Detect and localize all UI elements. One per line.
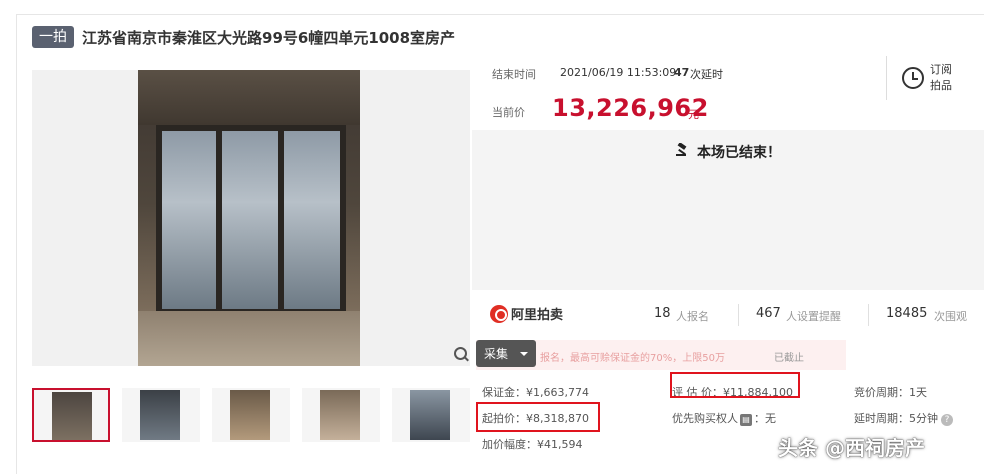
priority-value: 无 bbox=[765, 412, 776, 425]
thumbnail-strip bbox=[32, 388, 470, 442]
divider bbox=[886, 56, 887, 100]
signup-count: 18 bbox=[654, 306, 671, 321]
end-time-value: 2021/06/19 11:53:09 bbox=[560, 66, 677, 79]
auction-info: 结束时间 2021/06/19 11:53:09 47 次延时 当前价 13,2… bbox=[476, 56, 984, 128]
thumbnail-5[interactable] bbox=[392, 388, 470, 442]
auction-ended-message: 本场已结束！ bbox=[472, 142, 984, 162]
gavel-icon bbox=[675, 142, 691, 161]
subscribe-button[interactable]: 订阅拍品 bbox=[902, 62, 956, 94]
thumbnail-3[interactable] bbox=[212, 388, 290, 442]
highlight-box-appraisal bbox=[670, 372, 800, 398]
increment-field: 加价幅度：¥41,594 bbox=[482, 438, 583, 451]
notice-status: 已截止 bbox=[774, 353, 804, 364]
title-row: 一拍 江苏省南京市秦淮区大光路99号6幢四单元1008室房产 bbox=[32, 26, 455, 48]
stats-bar: 阿里拍卖 18 人报名 467 人设置提醒 18485 次围观 bbox=[476, 300, 984, 332]
bid-period-field: 竞价周期：1天 bbox=[854, 386, 927, 399]
auction-round-badge: 一拍 bbox=[32, 26, 74, 48]
deposit-field: 保证金：¥1,663,774 bbox=[482, 386, 589, 399]
logo-icon bbox=[490, 304, 508, 323]
auction-ended-text: 本场已结束！ bbox=[697, 145, 781, 161]
current-price-label: 当前价 bbox=[492, 106, 525, 119]
divider bbox=[868, 304, 869, 326]
main-photo[interactable] bbox=[32, 70, 470, 366]
reminder-count: 467 bbox=[756, 306, 781, 321]
property-title: 江苏省南京市秦淮区大光路99号6幢四单元1008室房产 bbox=[82, 28, 456, 47]
delay-period-text: 延时周期：5分钟 bbox=[854, 412, 938, 425]
collect-tool: 采集 bbox=[452, 340, 537, 367]
clock-icon bbox=[902, 67, 924, 89]
current-price: 13,226,962 bbox=[552, 94, 709, 122]
info-tag-icon[interactable]: ▤ bbox=[740, 414, 752, 426]
delay-count: 47 bbox=[674, 66, 690, 79]
delay-period-field: 延时周期：5分钟? bbox=[854, 410, 953, 426]
thumbnail-2[interactable] bbox=[122, 388, 200, 442]
divider bbox=[738, 304, 739, 326]
end-time-label: 结束时间 bbox=[492, 68, 536, 81]
chevron-down-icon bbox=[520, 351, 529, 356]
priority-label: 优先购买权人 bbox=[672, 412, 738, 425]
priority-field: 优先购买权人 ▤ ：无 bbox=[672, 412, 776, 426]
view-count: 18485 bbox=[886, 306, 928, 321]
alibaba-auction-logo: 阿里拍卖 bbox=[490, 304, 563, 323]
logo-text: 阿里拍卖 bbox=[511, 308, 564, 323]
collect-button[interactable]: 采集 bbox=[476, 340, 537, 367]
thumbnail-4[interactable] bbox=[302, 388, 380, 442]
currency-unit: 元 bbox=[688, 108, 699, 121]
watermark: 头条 @西祠房产 bbox=[778, 436, 925, 460]
delay-label: 次延时 bbox=[690, 68, 723, 81]
reminder-label: 人设置提醒 bbox=[786, 310, 841, 323]
signup-label: 人报名 bbox=[676, 310, 709, 323]
search-icon[interactable] bbox=[452, 345, 470, 363]
property-photo bbox=[138, 70, 360, 366]
notice-text: 报名，最高可赊保证金的70%，上限50万 bbox=[540, 353, 725, 364]
collect-label: 采集 bbox=[484, 347, 509, 361]
highlight-box-start-price bbox=[476, 402, 600, 432]
subscribe-label: 订阅拍品 bbox=[930, 63, 952, 92]
auction-status-panel: 本场已结束！ bbox=[472, 130, 984, 290]
help-icon[interactable]: ? bbox=[941, 414, 953, 426]
thumbnail-1[interactable] bbox=[32, 388, 110, 442]
view-label: 次围观 bbox=[934, 310, 967, 323]
